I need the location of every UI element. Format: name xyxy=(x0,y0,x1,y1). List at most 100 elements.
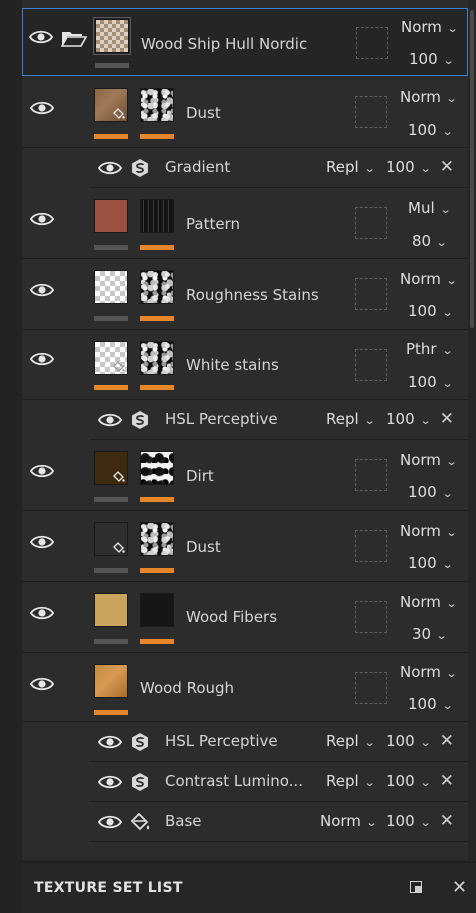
visibility-eye-icon[interactable] xyxy=(30,676,54,692)
visibility-eye-icon[interactable] xyxy=(30,211,54,227)
mask-placeholder[interactable] xyxy=(355,601,387,633)
visibility-eye-icon[interactable] xyxy=(98,412,122,428)
layer-thumbnail[interactable] xyxy=(94,664,128,698)
mask-thumbnail[interactable] xyxy=(140,451,174,485)
mask-placeholder[interactable] xyxy=(355,349,387,381)
blend-mode-dropdown[interactable]: Mul ⌄ xyxy=(408,199,451,217)
layer-row[interactable]: Pattern Mul ⌄ 80 ⌄ xyxy=(22,189,468,259)
opacity-dropdown[interactable]: 100 ⌄ xyxy=(386,158,431,176)
layer-thumbnail[interactable] xyxy=(94,270,128,304)
opacity-dropdown[interactable]: 100 ⌄ xyxy=(386,410,431,428)
visibility-eye-icon[interactable] xyxy=(30,351,54,367)
layer-thumbnail[interactable] xyxy=(94,593,128,627)
effect-row[interactable]: HSL Perceptive Repl ⌄ 100 ⌄ ✕ xyxy=(90,400,468,440)
layer-name[interactable]: Dirt xyxy=(186,467,214,485)
effect-name[interactable]: Base xyxy=(165,812,202,830)
mask-thumbnail[interactable] xyxy=(140,341,174,375)
layer-thumbnail[interactable] xyxy=(94,522,128,556)
visibility-eye-icon[interactable] xyxy=(98,734,122,750)
effect-row[interactable]: Gradient Repl ⌄ 100 ⌄ ✕ xyxy=(90,148,468,188)
layer-name[interactable]: Dust xyxy=(186,538,221,556)
opacity-dropdown[interactable]: 100 ⌄ xyxy=(408,302,453,320)
effect-row[interactable]: Contrast Lumino... Repl ⌄ 100 ⌄ ✕ xyxy=(90,762,468,802)
layer-row-folder[interactable]: Wood Ship Hull Nordic Norm ⌄ 100 ⌄ xyxy=(22,8,468,76)
float-panel-icon[interactable] xyxy=(410,881,422,893)
blend-mode-dropdown[interactable]: Norm ⌄ xyxy=(400,593,458,611)
opacity-dropdown[interactable]: 100 ⌄ xyxy=(386,732,431,750)
effect-row[interactable]: HSL Perceptive Repl ⌄ 100 ⌄ ✕ xyxy=(90,722,468,762)
visibility-eye-icon[interactable] xyxy=(98,160,122,176)
layer-thumbnail[interactable] xyxy=(94,88,128,122)
mask-placeholder[interactable] xyxy=(355,278,387,310)
visibility-eye-icon[interactable] xyxy=(30,605,54,621)
close-icon[interactable]: ✕ xyxy=(440,731,454,751)
opacity-dropdown[interactable]: 100 ⌄ xyxy=(408,121,453,139)
layer-row[interactable]: Dirt Norm ⌄ 100 ⌄ xyxy=(22,441,468,511)
blend-mode-dropdown[interactable]: Repl ⌄ xyxy=(326,410,375,428)
mask-thumbnail[interactable] xyxy=(140,522,174,556)
effect-name[interactable]: HSL Perceptive xyxy=(165,410,278,428)
effect-name[interactable]: HSL Perceptive xyxy=(165,732,278,750)
blend-mode-dropdown[interactable]: Pthr ⌄ xyxy=(406,340,453,358)
effect-name[interactable]: Contrast Lumino... xyxy=(165,772,303,790)
blend-mode-dropdown[interactable]: Norm ⌄ xyxy=(400,88,458,106)
opacity-dropdown[interactable]: 100 ⌄ xyxy=(408,373,453,391)
opacity-dropdown[interactable]: 100 ⌄ xyxy=(408,695,453,713)
mask-thumbnail[interactable] xyxy=(140,270,174,304)
close-icon[interactable]: ✕ xyxy=(440,409,454,429)
layer-row[interactable]: White stains Pthr ⌄ 100 ⌄ xyxy=(22,331,468,400)
blend-mode-dropdown[interactable]: Norm ⌄ xyxy=(400,451,458,469)
blend-mode-dropdown[interactable]: Norm ⌄ xyxy=(400,663,458,681)
mask-thumbnail[interactable] xyxy=(140,88,174,122)
visibility-eye-icon[interactable] xyxy=(98,814,122,830)
visibility-eye-icon[interactable] xyxy=(29,29,53,45)
layer-name[interactable]: Wood Ship Hull Nordic xyxy=(141,35,307,53)
opacity-dropdown[interactable]: 100 ⌄ xyxy=(408,554,453,572)
close-icon[interactable]: ✕ xyxy=(440,811,454,831)
mask-thumbnail[interactable] xyxy=(140,199,174,233)
blend-mode-dropdown[interactable]: Repl ⌄ xyxy=(326,732,375,750)
layer-name[interactable]: White stains xyxy=(186,356,279,374)
blend-mode-dropdown[interactable]: Norm ⌄ xyxy=(401,18,459,36)
effect-row[interactable]: Base Norm ⌄ 100 ⌄ ✕ xyxy=(90,802,468,842)
close-icon[interactable]: ✕ xyxy=(440,771,454,791)
opacity-dropdown[interactable]: 100 ⌄ xyxy=(386,812,431,830)
layer-thumbnail[interactable] xyxy=(94,451,128,485)
visibility-eye-icon[interactable] xyxy=(98,774,122,790)
mask-placeholder[interactable] xyxy=(355,459,387,491)
opacity-dropdown[interactable]: 100 ⌄ xyxy=(408,483,453,501)
mask-placeholder[interactable] xyxy=(356,27,388,59)
blend-mode-dropdown[interactable]: Repl ⌄ xyxy=(326,772,375,790)
blend-mode-dropdown[interactable]: Repl ⌄ xyxy=(326,158,375,176)
layer-row[interactable]: Roughness Stains Norm ⌄ 100 ⌄ xyxy=(22,260,468,330)
layer-name[interactable]: Roughness Stains xyxy=(186,286,319,304)
layer-row[interactable]: Dust Norm ⌄ 100 ⌄ xyxy=(22,512,468,582)
layer-name[interactable]: Dust xyxy=(186,104,221,122)
visibility-eye-icon[interactable] xyxy=(30,100,54,116)
opacity-dropdown[interactable]: 30 ⌄ xyxy=(412,625,448,643)
mask-placeholder[interactable] xyxy=(355,96,387,128)
mask-placeholder[interactable] xyxy=(355,207,387,239)
layer-row[interactable]: Dust Norm ⌄ 100 ⌄ xyxy=(22,78,468,148)
mask-placeholder[interactable] xyxy=(355,530,387,562)
effect-name[interactable]: Gradient xyxy=(165,158,230,176)
layer-name[interactable]: Wood Rough xyxy=(140,679,234,697)
blend-mode-dropdown[interactable]: Norm ⌄ xyxy=(320,812,378,830)
scrollbar-thumb[interactable] xyxy=(470,10,474,328)
opacity-dropdown[interactable]: 80 ⌄ xyxy=(412,232,448,250)
layer-row[interactable]: Wood Rough Norm ⌄ 100 ⌄ xyxy=(22,654,468,722)
layer-thumbnail[interactable] xyxy=(93,17,131,55)
blend-mode-dropdown[interactable]: Norm ⌄ xyxy=(400,270,458,288)
visibility-eye-icon[interactable] xyxy=(30,282,54,298)
close-icon[interactable]: ✕ xyxy=(452,877,467,898)
visibility-eye-icon[interactable] xyxy=(30,534,54,550)
opacity-dropdown[interactable]: 100 ⌄ xyxy=(386,772,431,790)
blend-mode-dropdown[interactable]: Norm ⌄ xyxy=(400,522,458,540)
close-icon[interactable]: ✕ xyxy=(440,157,454,177)
mask-thumbnail[interactable] xyxy=(140,593,174,627)
layer-thumbnail[interactable] xyxy=(94,341,128,375)
opacity-dropdown[interactable]: 100 ⌄ xyxy=(409,50,454,68)
visibility-eye-icon[interactable] xyxy=(30,463,54,479)
layer-row[interactable]: Wood Fibers Norm ⌄ 30 ⌄ xyxy=(22,583,468,653)
layer-name[interactable]: Pattern xyxy=(186,215,240,233)
